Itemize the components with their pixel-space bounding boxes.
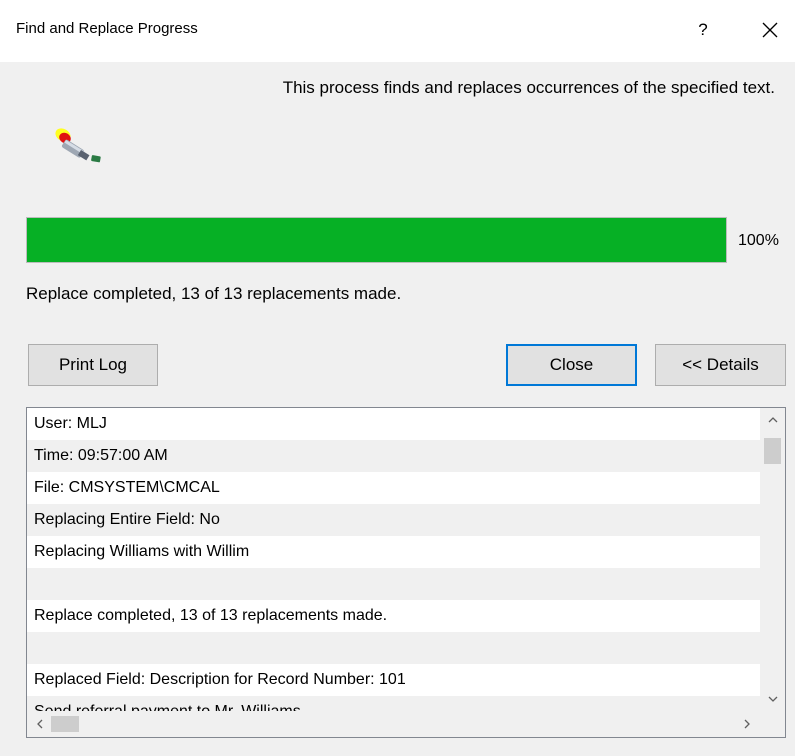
close-icon[interactable] <box>754 14 786 46</box>
log-row[interactable]: Replacing Williams with Willim <box>27 536 760 568</box>
window-title: Find and Replace Progress <box>16 20 198 37</box>
log-row[interactable]: User: MLJ <box>27 408 760 440</box>
log-row[interactable] <box>27 632 760 664</box>
scrollbar-corner <box>760 711 785 737</box>
scroll-right-icon[interactable] <box>736 711 758 737</box>
log-row[interactable]: Time: 09:57:00 AM <box>27 440 760 472</box>
log-row[interactable] <box>27 568 760 600</box>
scroll-up-icon[interactable] <box>760 410 785 430</box>
scroll-left-icon[interactable] <box>29 711 51 737</box>
flashlight-search-icon <box>52 126 112 166</box>
log-row[interactable]: Replace completed, 13 of 13 replacements… <box>27 600 760 632</box>
log-row[interactable]: Replacing Entire Field: No <box>27 504 760 536</box>
help-button[interactable]: ? <box>688 14 718 46</box>
progress-percent: 100% <box>738 232 779 249</box>
title-bar: Find and Replace Progress ? <box>0 0 795 62</box>
log-row[interactable]: File: CMSYSTEM\CMCAL <box>27 472 760 504</box>
status-text: Replace completed, 13 of 13 replacements… <box>26 284 402 303</box>
details-button[interactable]: << Details <box>655 344 786 386</box>
close-button[interactable]: Close <box>506 344 637 386</box>
print-log-button[interactable]: Print Log <box>28 344 158 386</box>
process-description: This process finds and replaces occurren… <box>282 78 775 97</box>
log-rows: User: MLJ Time: 09:57:00 AM File: CMSYSTEM… <box>27 408 760 711</box>
scroll-down-icon[interactable] <box>760 689 785 709</box>
vertical-scrollbar[interactable] <box>760 408 785 711</box>
horizontal-scroll-thumb[interactable] <box>51 716 79 732</box>
horizontal-scrollbar[interactable] <box>27 711 760 737</box>
progress-fill <box>27 218 726 262</box>
progress-bar <box>26 217 727 263</box>
log-list[interactable]: User: MLJ Time: 09:57:00 AM File: CMSYSTEM… <box>26 407 786 738</box>
log-row[interactable]: Send referral payment to Mr. Williams <box>27 696 760 711</box>
log-row[interactable]: Replaced Field: Description for Record N… <box>27 664 760 696</box>
vertical-scroll-thumb[interactable] <box>764 438 781 464</box>
